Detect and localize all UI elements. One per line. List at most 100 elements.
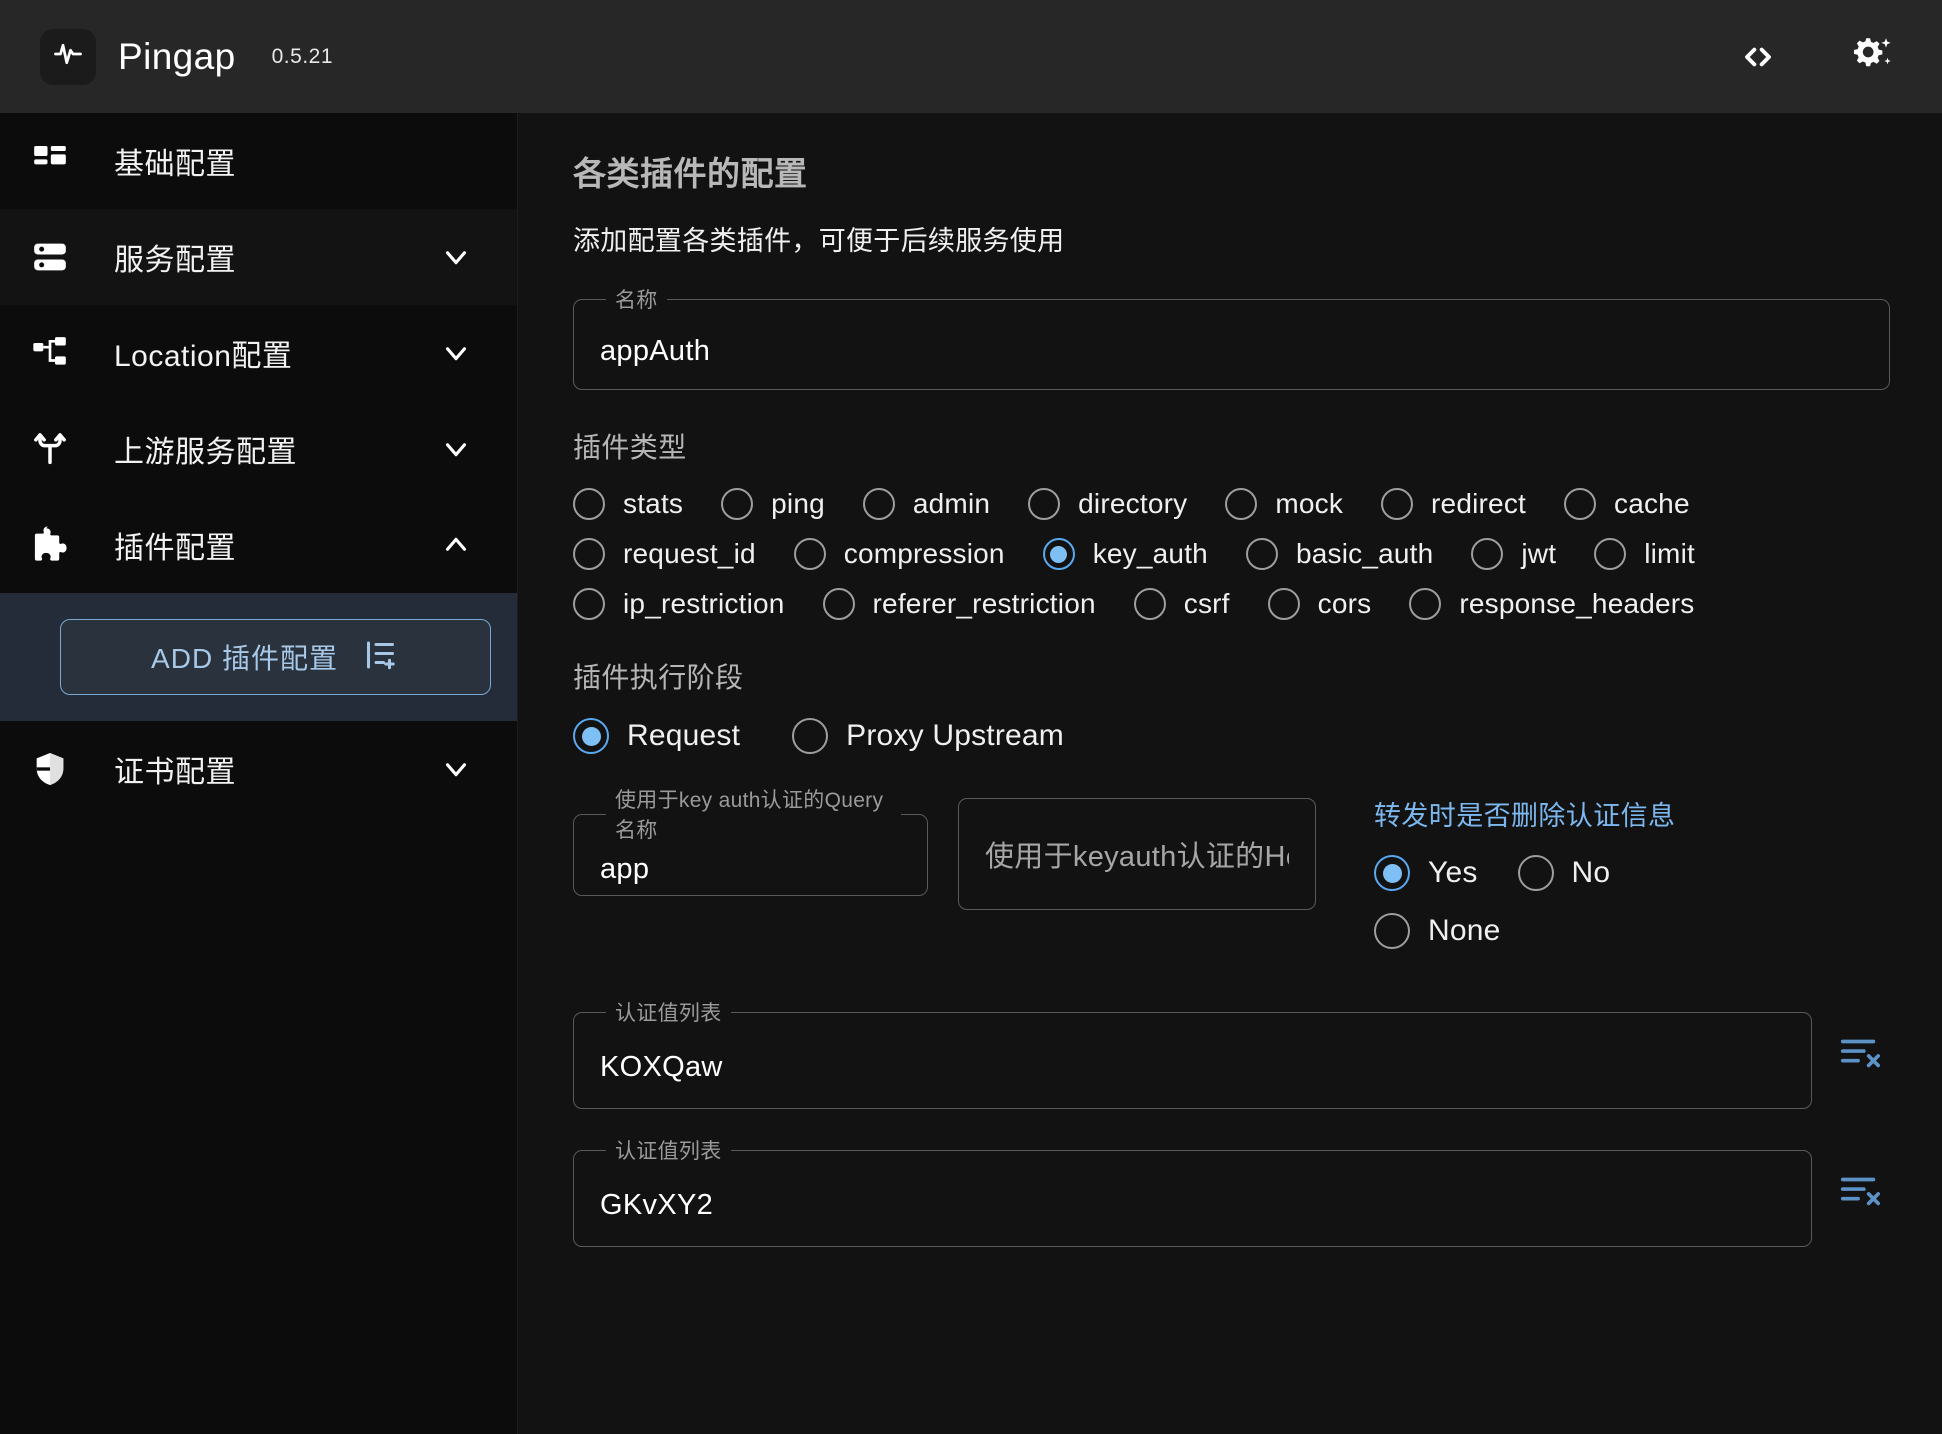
sidebar-item-label: Location配置 bbox=[114, 340, 293, 373]
auth-value-input-2[interactable] bbox=[600, 1189, 1785, 1222]
plugin-type-option-cors[interactable]: cors bbox=[1267, 588, 1372, 620]
plugin-type-option-redirect[interactable]: redirect bbox=[1381, 488, 1526, 520]
chevron-down-icon[interactable] bbox=[439, 752, 473, 786]
radio-dot bbox=[573, 488, 605, 520]
sidebar-item-label: 基础配置 bbox=[114, 148, 236, 181]
remove-auth-option-no[interactable]: No bbox=[1517, 855, 1611, 891]
plugin-step-option-request[interactable]: Request bbox=[573, 718, 740, 754]
radio-dot bbox=[573, 588, 605, 620]
plugin-type-option-compression[interactable]: compression bbox=[793, 538, 1005, 570]
page-subtitle: 添加配置各类插件，可便于后续服务使用 bbox=[573, 226, 1065, 256]
plugin-type-option-cache[interactable]: cache bbox=[1564, 488, 1690, 520]
radio-dot bbox=[1245, 538, 1278, 570]
auth-value-field-2: 认证值列表 bbox=[573, 1135, 1812, 1247]
add-plugin-config-button[interactable]: ADD 插件配置 bbox=[60, 619, 491, 695]
radio-dot-selected bbox=[573, 718, 609, 754]
app-title: Pingap bbox=[118, 35, 236, 77]
option-label: No bbox=[1571, 856, 1611, 889]
radio-dot bbox=[1517, 855, 1554, 891]
plugin-type-option-response-headers[interactable]: response_headers bbox=[1409, 588, 1694, 620]
activity-pulse-icon bbox=[53, 39, 83, 74]
header-name-field[interactable]: 使用于keyauth认证的He… bbox=[958, 798, 1316, 910]
plugin-type-option-basic-auth[interactable]: basic_auth bbox=[1245, 538, 1434, 570]
plugin-type-row-1: stats ping admin directory mock redirect… bbox=[573, 488, 1890, 520]
query-name-field: 使用于key auth认证的Query名称 bbox=[573, 784, 928, 896]
option-label: Request bbox=[627, 719, 741, 752]
auth-value-legend: 认证值列表 bbox=[615, 1002, 722, 1025]
option-label: jwt bbox=[1521, 538, 1557, 569]
gear-sparkle-icon[interactable] bbox=[1846, 31, 1898, 83]
option-label: ip_restriction bbox=[623, 588, 785, 619]
remove-auth-label: 转发时是否删除认证信息 bbox=[1374, 801, 1676, 831]
plugin-type-option-key-auth[interactable]: key_auth bbox=[1042, 538, 1208, 570]
sidebar-item-service-config[interactable]: 服务配置 bbox=[0, 209, 517, 305]
plugin-type-option-csrf[interactable]: csrf bbox=[1133, 588, 1230, 620]
option-label: response_headers bbox=[1459, 588, 1695, 619]
plugin-step-option-proxy-upstream[interactable]: Proxy Upstream bbox=[792, 718, 1064, 754]
name-input[interactable] bbox=[600, 335, 1863, 368]
chevron-down-icon[interactable] bbox=[439, 432, 473, 466]
add-plugin-config-label: ADD 插件配置 bbox=[151, 643, 338, 674]
puzzle-piece-icon bbox=[30, 524, 84, 566]
option-label: request_id bbox=[623, 538, 756, 569]
sidebar-item-label: 证书配置 bbox=[114, 756, 236, 789]
plugin-type-option-referer-restriction[interactable]: referer_restriction bbox=[822, 588, 1096, 620]
option-label: None bbox=[1428, 914, 1501, 947]
radio-dot bbox=[862, 488, 895, 520]
radio-dot bbox=[721, 488, 754, 520]
sidebar-item-location-config[interactable]: Location配置 bbox=[0, 305, 517, 401]
option-label: cache bbox=[1614, 488, 1690, 519]
sidebar-item-basic-config[interactable]: 基础配置 bbox=[0, 113, 517, 209]
plugin-type-row-3: ip_restriction referer_restriction csrf … bbox=[573, 588, 1890, 620]
query-name-column: 使用于key auth认证的Query名称 bbox=[573, 784, 928, 896]
list-remove-icon[interactable] bbox=[1830, 1135, 1890, 1247]
page-title: 各类插件的配置 bbox=[573, 155, 808, 192]
plugin-type-option-directory[interactable]: directory bbox=[1028, 488, 1187, 520]
option-label: csrf bbox=[1183, 588, 1230, 619]
option-label: directory bbox=[1078, 488, 1188, 519]
sidebar-item-label: 上游服务配置 bbox=[114, 436, 297, 469]
server-icon bbox=[30, 237, 84, 277]
plugin-type-option-ip-restriction[interactable]: ip_restriction bbox=[573, 588, 785, 620]
chevron-down-icon[interactable] bbox=[439, 336, 473, 370]
content-bottom-spacer bbox=[573, 1247, 1890, 1287]
keyauth-settings-row: 使用于key auth认证的Query名称 使用于keyauth认证的He… 转… bbox=[573, 784, 1890, 971]
remove-auth-option-none[interactable]: None bbox=[1374, 913, 1501, 949]
chevron-down-icon[interactable] bbox=[439, 240, 473, 274]
option-label: stats bbox=[623, 488, 684, 519]
list-remove-icon[interactable] bbox=[1830, 997, 1890, 1109]
plugin-type-option-jwt[interactable]: jwt bbox=[1471, 538, 1556, 570]
radio-dot bbox=[1564, 488, 1596, 520]
plugin-type-option-stats[interactable]: stats bbox=[573, 488, 683, 520]
name-field: 名称 bbox=[573, 284, 1890, 390]
auth-value-input-1[interactable] bbox=[600, 1051, 1785, 1084]
plugin-step-row: Request Proxy Upstream bbox=[573, 718, 1890, 754]
sidebar-item-plugin-config[interactable]: 插件配置 bbox=[0, 497, 517, 593]
plugin-type-option-limit[interactable]: limit bbox=[1594, 538, 1695, 570]
option-label: key_auth bbox=[1092, 538, 1208, 569]
radio-dot bbox=[792, 718, 829, 754]
sidebar: 基础配置 服务配置 Location配置 上游服务配置 插件配置 ADD 插件配… bbox=[0, 113, 518, 1434]
radio-dot bbox=[1374, 913, 1410, 949]
option-label: basic_auth bbox=[1295, 538, 1434, 569]
auth-value-field-1: 认证值列表 bbox=[573, 997, 1812, 1109]
sidebar-item-certificate-config[interactable]: 证书配置 bbox=[0, 721, 517, 817]
auth-value-row: 认证值列表 bbox=[573, 1135, 1890, 1247]
query-name-input[interactable] bbox=[600, 853, 901, 886]
plugin-type-option-admin[interactable]: admin bbox=[862, 488, 990, 520]
query-name-legend: 使用于key auth认证的Query名称 bbox=[615, 789, 884, 842]
plugin-type-option-mock[interactable]: mock bbox=[1225, 488, 1343, 520]
code-brackets-icon[interactable] bbox=[1732, 31, 1784, 83]
chevron-up-icon[interactable] bbox=[439, 528, 473, 562]
remove-auth-option-yes[interactable]: Yes bbox=[1374, 855, 1478, 891]
option-label: redirect bbox=[1431, 488, 1526, 519]
brand: Pingap 0.5.21 bbox=[40, 28, 333, 85]
header-name-placeholder: 使用于keyauth认证的He… bbox=[985, 841, 1289, 873]
plugin-type-option-request-id[interactable]: request_id bbox=[573, 538, 756, 570]
plugin-type-row-2: request_id compression key_auth basic_au… bbox=[573, 538, 1890, 570]
radio-dot bbox=[1409, 588, 1442, 620]
sidebar-item-upstream-config[interactable]: 上游服务配置 bbox=[0, 401, 517, 497]
name-field-legend: 名称 bbox=[615, 289, 658, 312]
plugin-type-option-ping[interactable]: ping bbox=[721, 488, 825, 520]
option-label: ping bbox=[771, 488, 825, 519]
